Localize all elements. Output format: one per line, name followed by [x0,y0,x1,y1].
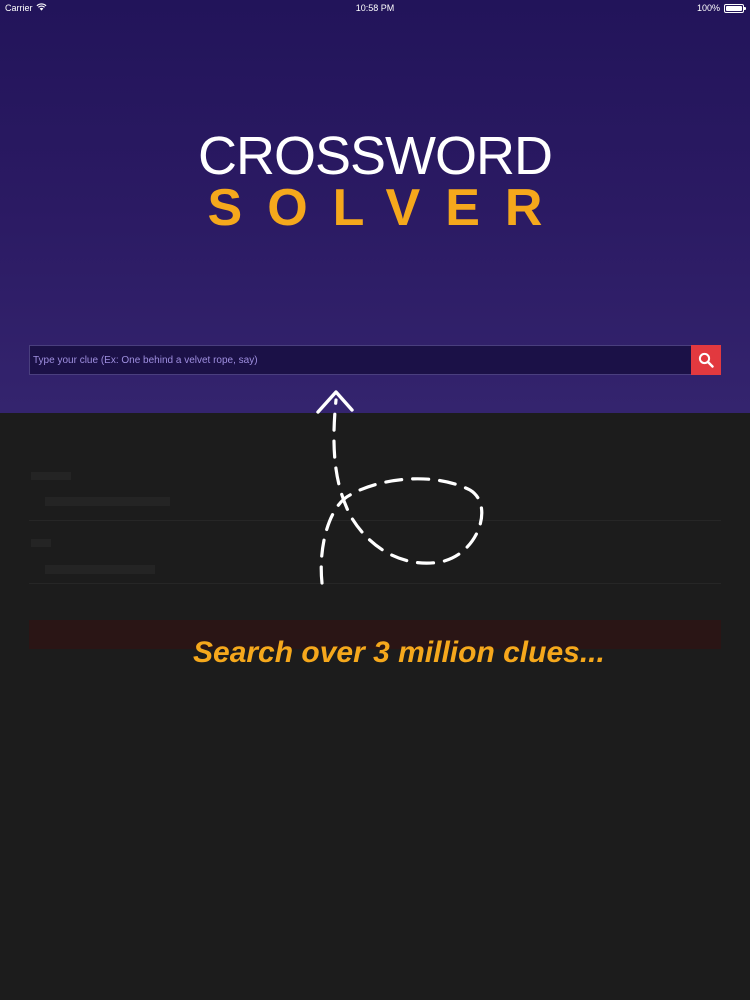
overlay-tip: Search over 3 million clues... [193,636,605,669]
dashed-arrow-illustration [316,390,484,585]
